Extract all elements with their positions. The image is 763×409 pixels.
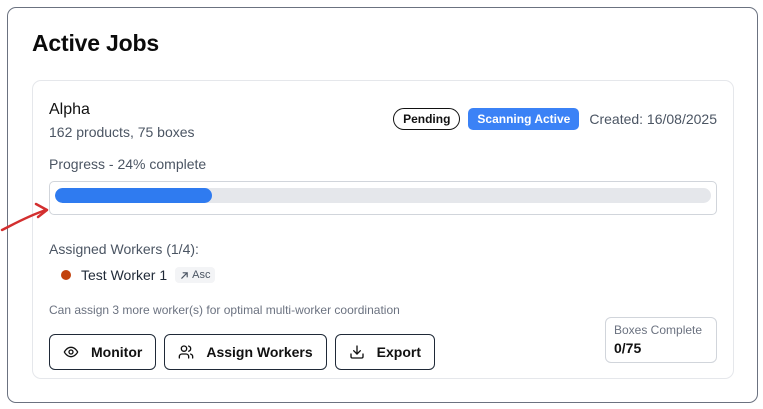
assign-workers-button[interactable]: Assign Workers (164, 334, 327, 370)
boxes-complete-value: 0/75 (614, 340, 642, 356)
boxes-complete-card: Boxes Complete 0/75 (605, 317, 717, 363)
monitor-button[interactable]: Monitor (49, 334, 157, 370)
worker-tag-label: Asc (192, 269, 211, 281)
job-name: Alpha (49, 101, 90, 118)
worker-name: Test Worker 1 (81, 267, 168, 283)
active-jobs-panel: Active Jobs Alpha 162 products, 75 boxes… (7, 7, 758, 403)
progress-container (49, 181, 717, 215)
progress-fill (55, 188, 213, 203)
action-buttons: Monitor Assign Workers Export (49, 334, 436, 370)
boxes-complete-label: Boxes Complete (614, 323, 703, 337)
worker-tag: Asc (175, 267, 216, 283)
status-badge: Pending (393, 108, 461, 130)
job-card: Alpha 162 products, 75 boxes Pending Sca… (32, 80, 734, 379)
worker-item: Test Worker 1 Asc (61, 267, 216, 283)
export-button-label: Export (376, 344, 422, 360)
worker-status-dot (61, 270, 71, 280)
job-header-meta: Pending Scanning Active Created: 16/08/2… (393, 108, 717, 130)
download-icon (350, 345, 364, 359)
progress-label: Progress - 24% complete (49, 156, 207, 172)
annotation-arrow-icon (0, 202, 49, 232)
progress-track (55, 188, 711, 203)
assigned-workers-label: Assigned Workers (1/4): (49, 241, 199, 257)
monitor-button-label: Monitor (91, 344, 143, 360)
job-summary: 162 products, 75 boxes (49, 124, 195, 140)
section-title: Active Jobs (32, 30, 159, 56)
assign-workers-button-label: Assign Workers (206, 344, 313, 360)
users-icon (178, 345, 194, 359)
arrow-up-right-icon (181, 271, 188, 279)
created-date: Created: 16/08/2025 (589, 111, 717, 127)
assign-hint: Can assign 3 more worker(s) for optimal … (49, 303, 400, 317)
eye-icon (63, 346, 79, 358)
scanning-badge: Scanning Active (468, 108, 580, 130)
export-button[interactable]: Export (334, 334, 436, 370)
